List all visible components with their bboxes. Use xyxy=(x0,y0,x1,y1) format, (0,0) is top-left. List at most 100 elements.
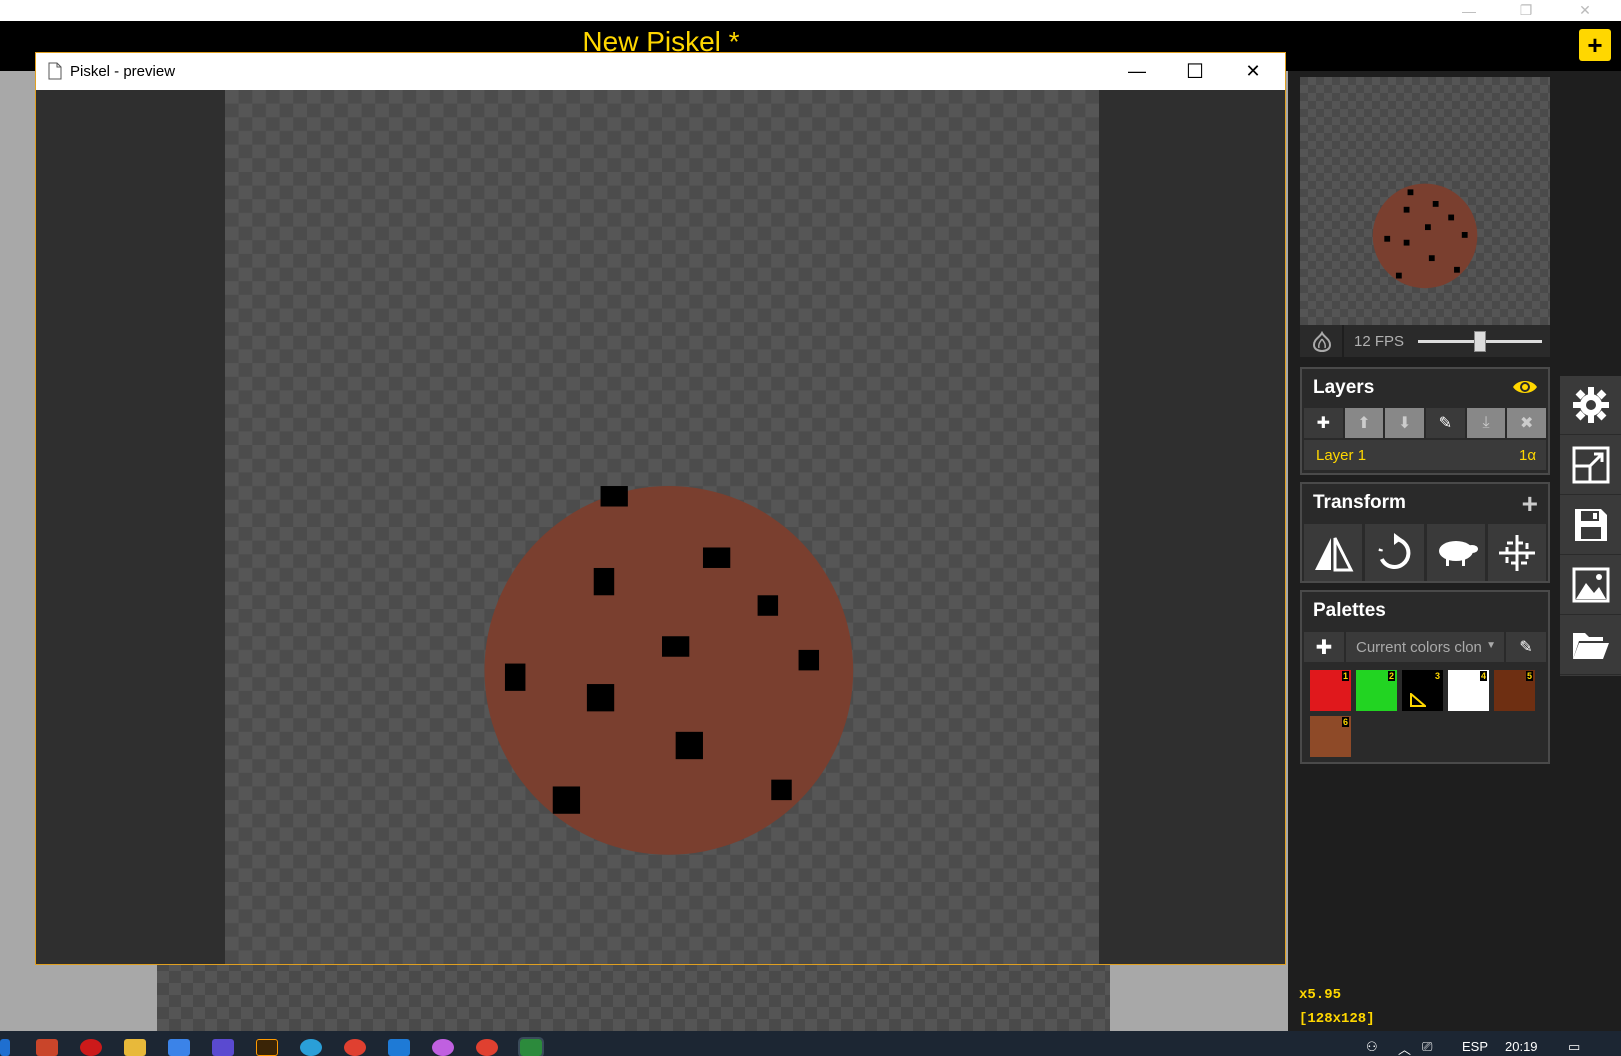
folder-open-icon xyxy=(1572,633,1609,659)
swatch-number: 1 xyxy=(1341,671,1349,681)
sheep-icon xyxy=(1438,540,1478,566)
zoom-app-icon[interactable] xyxy=(168,1039,190,1056)
delete-layer-button[interactable]: ✖ xyxy=(1507,408,1547,438)
outer-restore-button[interactable]: ❐ xyxy=(1503,0,1549,21)
divider xyxy=(1342,325,1344,357)
clone-button[interactable] xyxy=(1426,524,1485,581)
zoom-level: x5.95 xyxy=(1299,987,1342,1003)
side-toolbar xyxy=(1560,376,1621,676)
piskel-icon[interactable] xyxy=(518,1037,544,1056)
start-icon[interactable] xyxy=(0,1039,10,1056)
center-icon xyxy=(1498,534,1535,571)
preview-close-button[interactable]: ✕ xyxy=(1224,53,1282,90)
edit-layer-button[interactable]: ✎ xyxy=(1426,408,1465,438)
fps-slider-thumb[interactable] xyxy=(1474,331,1486,352)
edit-palette-button[interactable]: ✎ xyxy=(1506,632,1546,662)
gear-icon xyxy=(1572,387,1609,423)
palette-select[interactable]: Current colors clon ▼ xyxy=(1346,632,1504,662)
rotate-button[interactable] xyxy=(1365,524,1424,581)
clock[interactable]: 20:19 xyxy=(1505,1039,1538,1054)
move-layer-down-button[interactable]: ⬇ xyxy=(1385,408,1425,438)
preview-minimize-button[interactable]: — xyxy=(1108,53,1166,90)
export-button[interactable] xyxy=(1560,556,1621,615)
preview-title: Piskel - preview xyxy=(70,63,176,80)
transform-title: Transform xyxy=(1313,492,1406,513)
preview-maximize-button[interactable]: ☐ xyxy=(1166,53,1224,90)
import-button[interactable] xyxy=(1560,616,1621,675)
network-icon[interactable]: ⎚ xyxy=(1422,1039,1432,1055)
file-explorer-icon[interactable] xyxy=(124,1039,146,1056)
layer-name: Layer 1 xyxy=(1316,447,1367,464)
swatch-2[interactable]: 2 xyxy=(1356,670,1397,711)
layers-panel: Layers ✚ ⬆ ⬇ ✎ ⤓ ✖ Layer 1 1α xyxy=(1300,367,1550,475)
preview-titlebar: Piskel - preview — ☐ ✕ xyxy=(36,53,1285,90)
chevron-down-icon: ▼ xyxy=(1486,640,1496,651)
rotate-icon xyxy=(1378,532,1411,569)
language-indicator[interactable]: ESP xyxy=(1462,1039,1488,1054)
resize-button[interactable] xyxy=(1560,436,1621,495)
telegram-icon[interactable] xyxy=(300,1039,322,1056)
swatch-4[interactable]: 4 xyxy=(1448,670,1489,711)
chevron-up-icon[interactable]: ︿ xyxy=(1398,1039,1411,1056)
resize-icon xyxy=(1572,446,1609,484)
transform-tools xyxy=(1304,524,1546,581)
swatch-number: 2 xyxy=(1387,671,1395,681)
cookie-sprite xyxy=(484,486,854,855)
move-layer-up-button[interactable]: ⬆ xyxy=(1344,408,1384,438)
people-icon[interactable]: ⚇ xyxy=(1366,1039,1378,1055)
layers-title: Layers xyxy=(1313,377,1375,398)
opera-icon[interactable] xyxy=(80,1039,102,1056)
transform-expand-icon[interactable]: + xyxy=(1522,488,1538,520)
center-button[interactable] xyxy=(1487,524,1546,581)
palettes-title: Palettes xyxy=(1313,600,1386,621)
preview-window: Piskel - preview — ☐ ✕ xyxy=(35,52,1286,965)
animation-preview[interactable] xyxy=(1300,77,1550,325)
flip-icon xyxy=(1315,536,1354,571)
powerpoint-icon[interactable] xyxy=(36,1039,58,1056)
save-button[interactable] xyxy=(1560,496,1621,555)
merge-layer-button[interactable]: ⤓ xyxy=(1466,408,1506,438)
preview-canvas xyxy=(225,90,1099,964)
swatch-number: 6 xyxy=(1341,717,1349,727)
palette-select-value: Current colors clon xyxy=(1356,638,1482,656)
fps-label: 12 FPS xyxy=(1354,333,1405,350)
swatch-6[interactable]: 6 xyxy=(1310,716,1351,757)
preview-body xyxy=(36,90,1285,964)
palette-toolbar: ✚ Current colors clon ▼ ✎ xyxy=(1304,632,1546,662)
flip-button[interactable] xyxy=(1304,524,1363,581)
primary-color-marker-icon xyxy=(1410,693,1426,707)
outer-titlebar: — ❐ ✕ xyxy=(0,0,1621,21)
canvas-size: [128x128] xyxy=(1299,1011,1375,1027)
fps-control: 12 FPS xyxy=(1300,325,1550,357)
preview-cookie xyxy=(1372,183,1478,289)
swatch-number: 5 xyxy=(1525,671,1533,681)
outer-minimize-button[interactable]: — xyxy=(1446,0,1492,21)
document-icon xyxy=(48,62,62,80)
swatch-5[interactable]: 5 xyxy=(1494,670,1535,711)
image-icon xyxy=(1572,567,1609,603)
onion-skin-icon[interactable] xyxy=(1310,330,1334,353)
add-palette-button[interactable]: ✚ xyxy=(1304,632,1344,662)
outer-close-button[interactable]: ✕ xyxy=(1562,0,1608,21)
teams-icon[interactable] xyxy=(212,1039,234,1056)
chrome-profile-icon[interactable] xyxy=(476,1039,498,1056)
save-icon xyxy=(1574,509,1607,541)
swatch-3[interactable]: 3 xyxy=(1402,670,1443,711)
taskbar: ⚇ ︿ ⎚ ESP 20:19 ▭ xyxy=(0,1031,1621,1056)
vscode-icon[interactable] xyxy=(388,1039,410,1056)
chrome-icon[interactable] xyxy=(344,1039,366,1056)
notifications-icon[interactable]: ▭ xyxy=(1568,1039,1580,1055)
eye-icon[interactable] xyxy=(1512,377,1538,397)
illustrator-icon[interactable] xyxy=(256,1039,278,1056)
layer-alpha[interactable]: 1α xyxy=(1519,447,1536,464)
settings-button[interactable] xyxy=(1560,376,1621,435)
add-layer-button[interactable]: ✚ xyxy=(1304,408,1343,438)
new-piskel-button[interactable]: + xyxy=(1579,29,1611,61)
swatch-number: 4 xyxy=(1479,671,1487,681)
palettes-panel: Palettes ✚ Current colors clon ▼ ✎ 1 2 3… xyxy=(1300,590,1550,764)
transform-panel: Transform + xyxy=(1300,482,1550,583)
swatch-number: 3 xyxy=(1433,671,1441,681)
layer-item[interactable]: Layer 1 1α xyxy=(1304,440,1546,470)
swatch-1[interactable]: 1 xyxy=(1310,670,1351,711)
paint-icon[interactable] xyxy=(432,1039,454,1056)
